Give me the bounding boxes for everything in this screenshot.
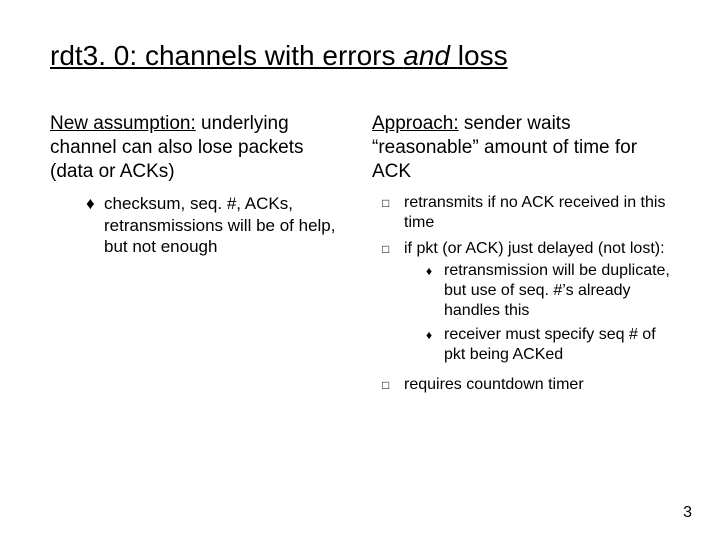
box-icon: □ [382, 239, 404, 369]
page-number: 3 [683, 504, 692, 522]
right-b3: requires countdown timer [404, 375, 670, 395]
left-sublist: ♦ checksum, seq. #, ACKs, retransmission… [50, 193, 348, 257]
right-block: Approach: sender waits “reasonable” amou… [372, 112, 670, 183]
right-b2-sublist: ♦ retransmission will be duplicate, but … [404, 261, 670, 365]
right-box-item-2: □ if pkt (or ACK) just delayed (not lost… [382, 239, 670, 369]
slide: rdt3. 0: channels with errors and loss N… [0, 0, 720, 540]
diamond-icon: ♦ [426, 325, 444, 365]
right-b2-wrap: if pkt (or ACK) just delayed (not lost):… [404, 239, 670, 369]
right-b2a-item: ♦ retransmission will be duplicate, but … [426, 261, 670, 321]
right-b2b: receiver must specify seq # of pkt being… [444, 325, 670, 365]
right-b2a: retransmission will be duplicate, but us… [444, 261, 670, 321]
right-b1: retransmits if no ACK received in this t… [404, 193, 670, 233]
title-text-italic: and [403, 40, 458, 71]
title-text-b: loss [458, 40, 508, 71]
right-b2: if pkt (or ACK) just delayed (not lost): [404, 240, 665, 257]
right-box-item-1: □ retransmits if no ACK received in this… [382, 193, 670, 233]
diamond-icon: ♦ [86, 193, 104, 257]
left-sub-item: ♦ checksum, seq. #, ACKs, retransmission… [86, 193, 348, 257]
content-columns: New assumption: underlying channel can a… [50, 112, 670, 401]
right-b2b-item: ♦ receiver must specify seq # of pkt bei… [426, 325, 670, 365]
left-lead: New assumption: [50, 113, 196, 134]
right-box-item-3: □ requires countdown timer [382, 375, 670, 395]
left-column: New assumption: underlying channel can a… [50, 112, 348, 401]
slide-title: rdt3. 0: channels with errors and loss [50, 40, 670, 72]
left-block: New assumption: underlying channel can a… [50, 112, 348, 183]
left-sub-text: checksum, seq. #, ACKs, retransmissions … [104, 193, 348, 257]
right-column: Approach: sender waits “reasonable” amou… [372, 112, 670, 401]
box-icon: □ [382, 375, 404, 395]
box-icon: □ [382, 193, 404, 233]
right-lead: Approach: [372, 113, 459, 134]
right-boxlist: □ retransmits if no ACK received in this… [372, 193, 670, 395]
title-text-a: rdt3. 0: channels with errors [50, 40, 403, 71]
diamond-icon: ♦ [426, 261, 444, 321]
